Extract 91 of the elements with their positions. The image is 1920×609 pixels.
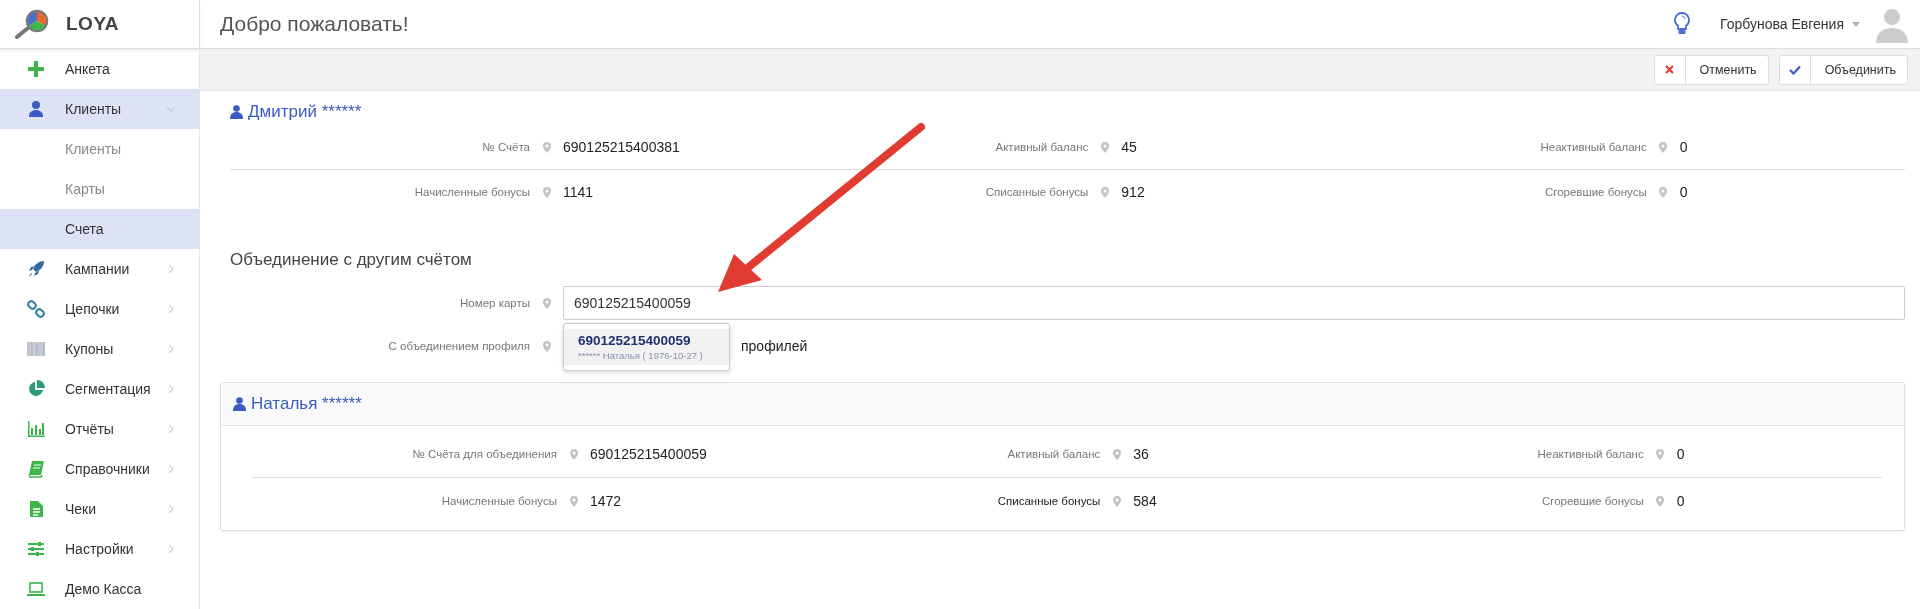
pie-chart-icon — [27, 380, 45, 398]
chevron-right-icon — [167, 345, 175, 353]
chevron-right-icon — [167, 465, 175, 473]
section-title: Объединение с другим счётом — [230, 250, 473, 270]
map-pin-icon — [1656, 495, 1665, 507]
field-value: 0 — [1676, 446, 1686, 462]
map-pin-icon — [1112, 448, 1121, 460]
field-label: Списанные бонусы — [996, 495, 1101, 507]
book-icon — [27, 460, 45, 478]
lightbulb-icon[interactable] — [1674, 12, 1691, 36]
field-label: Сгоревшие бонусы — [1540, 495, 1644, 507]
map-pin-icon — [542, 340, 551, 352]
chain-icon — [27, 300, 45, 318]
field-value: 45 — [1121, 139, 1138, 155]
sidebar-item[interactable]: Анкета — [0, 49, 199, 89]
close-icon — [1665, 65, 1674, 74]
rocket-icon — [27, 260, 45, 278]
sidebar-item[interactable]: Сегментация — [0, 369, 199, 409]
check-icon — [1788, 64, 1801, 75]
sliders-icon — [27, 540, 45, 558]
field-value: 1141 — [563, 184, 595, 200]
field-value: 584 — [1133, 493, 1158, 509]
plus-icon — [27, 60, 45, 78]
field-label: Активный баланс — [1006, 448, 1101, 460]
field-label: № Счёта для объединения — [411, 448, 557, 460]
map-pin-icon — [569, 448, 578, 460]
client-name: Наталья ****** — [251, 393, 362, 415]
field-label: Номер карты — [459, 297, 530, 309]
sidebar-item[interactable]: Справочники — [0, 449, 199, 489]
field-label: Начисленные бонусы — [440, 495, 557, 507]
map-pin-icon — [542, 186, 551, 198]
field-value: 0 — [1676, 493, 1686, 509]
map-pin-icon — [1659, 186, 1668, 198]
field-value: 690125215400059 — [590, 446, 708, 462]
map-pin-icon — [1112, 495, 1121, 507]
suggestion-item[interactable]: 690125215400059 ****** Наталья ( 1976-10-27 ) — [564, 329, 729, 365]
cancel-button[interactable]: Отменить — [1653, 54, 1769, 85]
field-label: Активный баланс — [994, 141, 1089, 153]
map-pin-icon — [542, 141, 551, 153]
field-value: 690125215400381 — [563, 139, 681, 155]
map-pin-icon — [542, 297, 551, 309]
merge-button[interactable]: Объединить — [1778, 54, 1908, 85]
client-name: Дмитрий ****** — [248, 102, 362, 122]
user-name[interactable]: Горбунова Евгения — [1720, 16, 1844, 32]
sidebar-item[interactable]: Цепочки — [0, 289, 199, 329]
field-value: 0 — [1679, 139, 1689, 155]
field-label: Начисленные бонусы — [413, 186, 530, 198]
chevron-right-icon — [167, 545, 175, 553]
barcode-icon — [27, 340, 45, 358]
logo-text: LOYA — [66, 13, 120, 35]
chevron-down-icon — [167, 105, 175, 113]
document-icon — [27, 500, 45, 518]
field-label: Сгоревшие бонусы — [1543, 186, 1647, 198]
laptop-icon — [27, 580, 45, 598]
sidebar-item[interactable]: Клиенты — [0, 89, 199, 129]
field-label: № Счёта — [481, 141, 530, 153]
person-icon — [233, 397, 246, 411]
page-title: Добро пожаловать! — [220, 12, 410, 36]
sidebar-item[interactable]: Демо Касса — [0, 569, 199, 609]
map-pin-icon — [1659, 141, 1668, 153]
sidebar-item[interactable]: Купоны — [0, 329, 199, 369]
map-pin-icon — [569, 495, 578, 507]
sidebar-item[interactable]: Настройки — [0, 529, 199, 569]
person-icon — [230, 105, 243, 119]
field-label: Неактивный баланс — [1539, 141, 1647, 153]
chevron-right-icon — [167, 505, 175, 513]
field-value: 0 — [1679, 184, 1689, 200]
map-pin-icon — [1100, 141, 1109, 153]
checkbox-label: профилей — [741, 338, 808, 354]
sidebar-item[interactable]: Чеки — [0, 489, 199, 529]
sidebar-subitem[interactable]: Счета — [0, 209, 199, 249]
chevron-right-icon — [167, 425, 175, 433]
caret-icon — [1852, 21, 1860, 27]
map-pin-icon — [1100, 186, 1109, 198]
field-value: 1472 — [590, 493, 623, 509]
sidebar-item[interactable]: Отчёты — [0, 409, 199, 449]
chevron-right-icon — [167, 265, 175, 273]
sidebar-subitem[interactable]: Карты — [0, 169, 199, 209]
field-value: 36 — [1133, 446, 1150, 462]
field-label: Списанные бонусы — [984, 186, 1089, 198]
card-number-field[interactable]: 690125215400059 — [563, 286, 1905, 320]
bar-chart-icon — [27, 420, 45, 438]
chevron-right-icon — [167, 385, 175, 393]
field-value: 912 — [1121, 184, 1146, 200]
sidebar-subitem[interactable]: Клиенты — [0, 129, 199, 169]
sidebar-item[interactable]: Кампании — [0, 249, 199, 289]
person-icon — [27, 100, 45, 118]
field-label: Неактивный баланс — [1536, 448, 1644, 460]
chevron-right-icon — [167, 305, 175, 313]
field-label: С объединением профиля — [387, 340, 530, 352]
map-pin-icon — [1656, 448, 1665, 460]
